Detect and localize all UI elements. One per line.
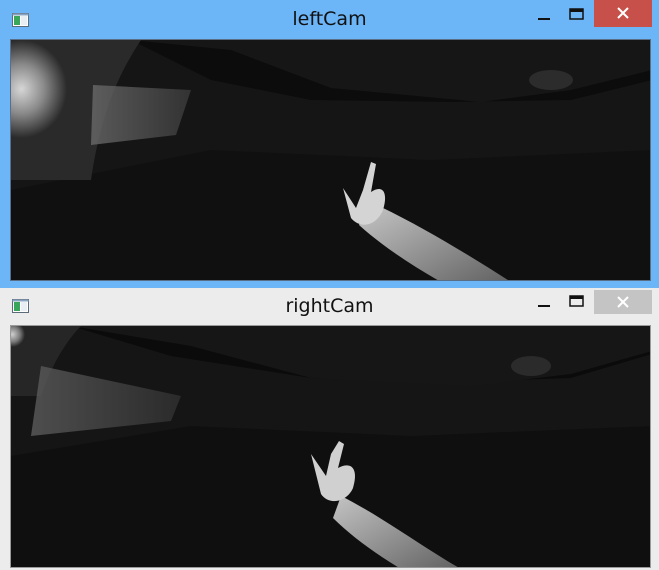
maximize-icon <box>569 8 584 20</box>
minimize-button[interactable] <box>522 290 566 314</box>
close-icon <box>617 296 629 308</box>
camera-feed[interactable] <box>10 325 651 568</box>
maximize-button[interactable] <box>561 0 591 27</box>
camera-image <box>11 40 650 280</box>
close-icon <box>617 7 629 19</box>
camera-image <box>11 326 650 567</box>
right-cam-window: rightCam <box>0 288 659 570</box>
maximize-icon <box>569 295 584 307</box>
title-bar[interactable]: leftCam <box>0 0 659 38</box>
close-button[interactable] <box>594 0 652 27</box>
close-button[interactable] <box>594 290 652 314</box>
left-cam-window: leftCam <box>0 0 659 288</box>
minimize-button[interactable] <box>522 0 566 27</box>
camera-feed[interactable] <box>10 39 651 281</box>
title-bar[interactable]: rightCam <box>0 288 659 324</box>
minimize-icon <box>538 18 550 20</box>
minimize-icon <box>538 305 550 307</box>
maximize-button[interactable] <box>561 290 591 314</box>
